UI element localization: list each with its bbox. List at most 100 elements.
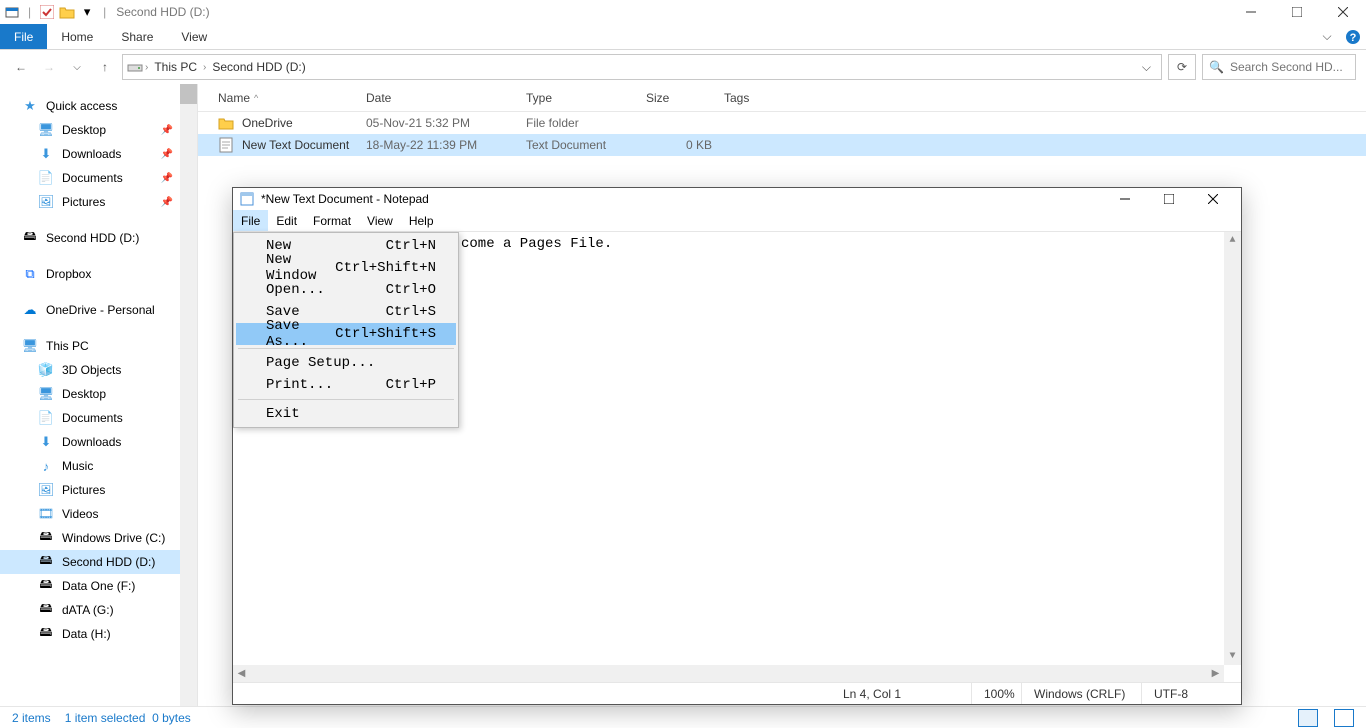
large-icons-view-button[interactable] [1334,709,1354,727]
file-row-text-document[interactable]: New Text Document 18-May-22 11:39 PM Tex… [198,134,1366,156]
menu-help[interactable]: Help [401,210,442,231]
sidebar-win-drive[interactable]: 🖴Windows Drive (C:) [0,526,197,550]
sidebar-dropbox[interactable]: ⧉Dropbox [0,262,197,286]
crumb-this-pc[interactable]: This PC [150,60,201,74]
minimize-button[interactable] [1228,0,1274,24]
col-tags[interactable]: Tags [724,91,804,105]
pin-icon: 📌 [161,197,173,208]
sidebar-downloads[interactable]: ⬇Downloads📌 [0,142,197,166]
titlebar: | ▾ | Second HDD (D:) [0,0,1366,24]
sidebar-data-g[interactable]: 🖴dATA (G:) [0,598,197,622]
recent-locations-button[interactable]: ⌵ [66,56,88,78]
close-button[interactable] [1320,0,1366,24]
music-icon: ♪ [38,458,54,474]
sidebar-second-hdd2[interactable]: 🖴Second HDD (D:) [0,550,197,574]
sidebar-videos[interactable]: 🎞Videos [0,502,197,526]
forward-button[interactable]: → [38,56,60,78]
maximize-button[interactable] [1274,0,1320,24]
sidebar-this-pc[interactable]: 🖥This PC [0,334,197,358]
window-title: Second HDD (D:) [116,5,209,19]
menu-edit[interactable]: Edit [268,210,305,231]
documents-icon: 📄 [38,170,54,186]
menu-file[interactable]: File [233,210,268,231]
col-type[interactable]: Type [526,91,646,105]
dropdown-chev-icon[interactable]: ▾ [79,4,95,20]
sidebar-quick-access[interactable]: ★Quick access [0,94,197,118]
statusbar: 2 items 1 item selected 0 bytes [0,706,1366,728]
notepad-vertical-scrollbar[interactable]: ▲▼ [1224,232,1241,665]
notepad-horizontal-scrollbar[interactable]: ◀▶ [233,665,1224,682]
sidebar-pictures2[interactable]: 🖼Pictures [0,478,197,502]
desktop-icon: 🖥 [38,386,54,402]
tab-home[interactable]: Home [47,24,107,49]
sidebar-documents2[interactable]: 📄Documents [0,406,197,430]
notepad-close-button[interactable] [1191,188,1235,210]
sidebar-music[interactable]: ♪Music [0,454,197,478]
sidebar-documents[interactable]: 📄Documents📌 [0,166,197,190]
breadcrumb-dropdown-icon[interactable]: ⌵ [1136,60,1157,75]
tab-view[interactable]: View [167,24,221,49]
back-button[interactable]: ← [10,56,32,78]
menu-print[interactable]: Print...Ctrl+P [236,374,456,396]
tab-share[interactable]: Share [107,24,167,49]
status-selected: 1 item selected 0 bytes [65,711,191,725]
col-date[interactable]: Date [366,91,526,105]
status-zoom: 100% [971,683,1021,704]
search-box[interactable]: 🔍 [1202,54,1356,80]
sidebar-second-hdd[interactable]: 🖴Second HDD (D:) [0,226,197,250]
notepad-minimize-button[interactable] [1103,188,1147,210]
separator: | [103,5,106,19]
notepad-window: *New Text Document - Notepad File Edit F… [232,187,1242,705]
sidebar-data-one[interactable]: 🖴Data One (F:) [0,574,197,598]
download-icon: ⬇ [38,146,54,162]
col-size[interactable]: Size [646,91,724,105]
folder-icon[interactable] [59,4,75,20]
sidebar-desktop2[interactable]: 🖥Desktop [0,382,197,406]
check-icon[interactable] [39,4,55,20]
details-view-button[interactable] [1298,709,1318,727]
chevron-right-icon[interactable]: › [145,62,148,73]
refresh-button[interactable]: ⟳ [1168,54,1196,80]
sidebar-scrollbar[interactable] [180,84,197,706]
notepad-menubar: File Edit Format View Help [233,210,1241,232]
menu-open[interactable]: Open...Ctrl+O [236,279,456,301]
ribbon-chevron-icon[interactable]: ⌵ [1314,24,1340,49]
pin-icon: 📌 [161,173,173,184]
tab-file[interactable]: File [0,24,47,49]
notepad-titlebar[interactable]: *New Text Document - Notepad [233,188,1241,210]
sidebar-data-h[interactable]: 🖴Data (H:) [0,622,197,646]
sidebar-3d-objects[interactable]: 🧊3D Objects [0,358,197,382]
videos-icon: 🎞 [38,506,54,522]
drive-icon: 🖴 [38,578,54,594]
menu-new-window[interactable]: New WindowCtrl+Shift+N [236,257,456,279]
dropbox-icon: ⧉ [22,266,38,282]
pictures-icon: 🖼 [38,194,54,210]
up-button[interactable]: ↑ [94,56,116,78]
menu-view[interactable]: View [359,210,401,231]
col-name[interactable]: Name ^ [218,91,366,105]
breadcrumb[interactable]: › This PC › Second HDD (D:) ⌵ [122,54,1162,80]
status-position: Ln 4, Col 1 [831,683,971,704]
crumb-path[interactable]: Second HDD (D:) [208,60,309,74]
help-icon[interactable]: ? [1340,24,1366,49]
chevron-right-icon[interactable]: › [203,62,206,73]
sidebar-pictures[interactable]: 🖼Pictures📌 [0,190,197,214]
status-line-ending: Windows (CRLF) [1021,683,1141,704]
search-input[interactable] [1230,60,1349,74]
sidebar-onedrive[interactable]: ☁OneDrive - Personal [0,298,197,322]
sidebar-desktop[interactable]: 🖥Desktop📌 [0,118,197,142]
drive-icon: 🖴 [38,626,54,642]
notepad-maximize-button[interactable] [1147,188,1191,210]
menu-exit[interactable]: Exit [236,403,456,425]
menu-save-as[interactable]: Save As...Ctrl+Shift+S [236,323,456,345]
navbar: ← → ⌵ ↑ › This PC › Second HDD (D:) ⌵ ⟳ … [0,50,1366,84]
drive-icon: 🖴 [38,530,54,546]
menu-page-setup[interactable]: Page Setup... [236,352,456,374]
notepad-text-area[interactable]: come a Pages File. ▲▼ ◀▶ NewCtrl+N New W… [233,232,1241,682]
sidebar-downloads2[interactable]: ⬇Downloads [0,430,197,454]
file-row-folder[interactable]: OneDrive 05-Nov-21 5:32 PM File folder [198,112,1366,134]
menu-format[interactable]: Format [305,210,359,231]
drive-icon [127,59,143,75]
drive-icon: 🖴 [22,230,38,246]
text-file-icon [218,137,234,153]
